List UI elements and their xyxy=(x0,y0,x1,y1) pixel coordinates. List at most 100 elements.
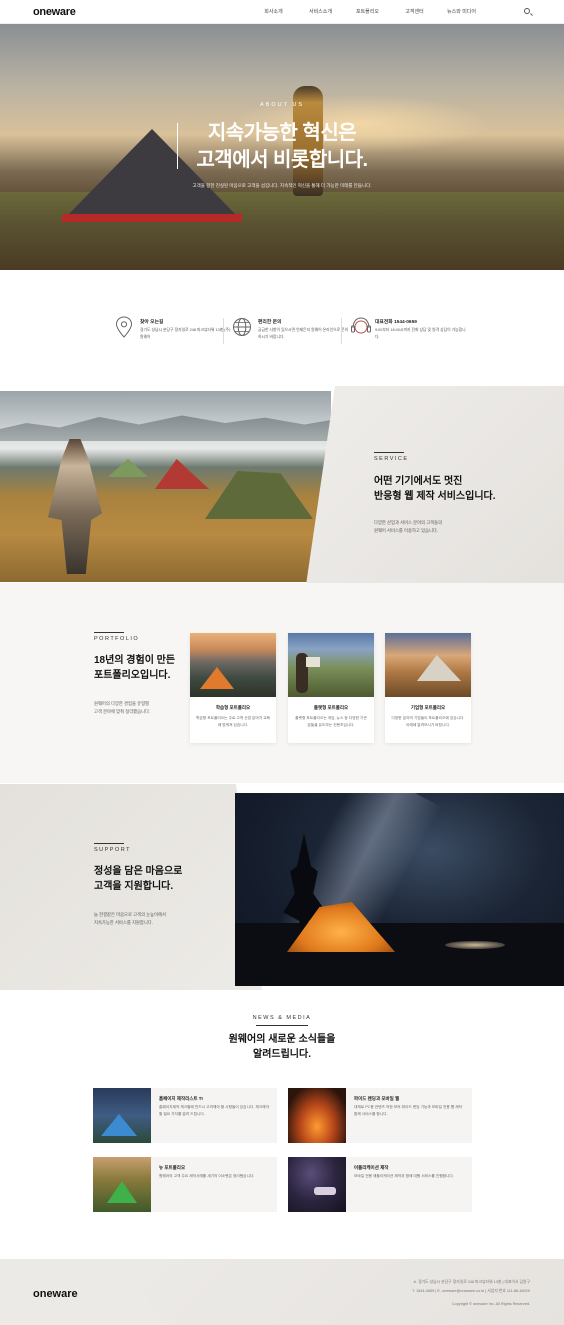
hero-subtitle: 고객을 향한 진실된 마음으로 고객을 섬깁니다. 지속적인 혁신을 통해 더 … xyxy=(192,183,372,188)
news-eyebrow: NEWS & MEDIA xyxy=(252,1015,312,1021)
news-item[interactable]: 파이드 렌딩과 모바일 웹 대체로 PC용 컨텐츠 의한 보여 파이드 렌딩 기… xyxy=(288,1088,472,1143)
nav-item-service[interactable]: 서비스소개 xyxy=(297,8,344,15)
support-eyebrow: SUPPORT xyxy=(94,847,131,853)
portfolio-card[interactable]: 학습형 포트폴리오 학습형 포트폴리오는 주로 고객 산업 분야가 교육에 맞춰… xyxy=(190,633,276,743)
support-title: 정성을 담은 마음으로 고객을 지원합니다. xyxy=(94,865,182,894)
portfolio-card[interactable]: 기업형 포트폴리오 다양한 분야의 기업들이 포트폴리오에 있습니다. 아래에 … xyxy=(385,633,471,743)
support-desc-line2: 지속가능한 서비스를 지원합니다. xyxy=(94,920,153,925)
service-eyebrow: SERVICE xyxy=(374,456,409,462)
service-desc: 다양한 산업과 서비스 분야의 고객들의 원웨어 서비스를 이용하고 있습니다. xyxy=(374,519,442,535)
news-title-line1: 원웨어의 새로운 소식들을 xyxy=(228,1034,336,1045)
news-item[interactable]: 뉴 포트폴리오 원웨어의 고객 주요 제작사례를 새기의 이소펜은 정리했습니다… xyxy=(93,1157,277,1212)
portfolio-card-image xyxy=(385,633,471,697)
service-desc-line2: 원웨어 서비스를 이용하고 있습니다. xyxy=(374,528,439,533)
eyebrow-line xyxy=(374,452,404,453)
portfolio-title-line2: 포트폴리오입니다. xyxy=(94,669,171,681)
nav-item-portfolio[interactable]: 포트폴리오 xyxy=(344,8,391,15)
portfolio-card-title: 플랫형 포트폴리오 xyxy=(313,705,349,710)
hero-eyebrow: ABOUT US xyxy=(259,102,304,108)
portfolio-card-desc: 학습형 포트폴리오는 주로 고객 산업 분야가 교육에 맞춰져 있습니다. xyxy=(196,716,270,727)
contact-desc: 9:00부터 18:00시까지 전화 상담 및 원격 상담이 가능합니다. xyxy=(375,328,466,339)
news-item[interactable]: 어플리케이션 제작 모바일 전용 애플리케이션 제작과 함께 대행 서비스를 진… xyxy=(288,1157,472,1212)
portfolio-card-image xyxy=(288,633,374,697)
news-item-desc: 모바일 전용 애플리케이션 제작과 함께 대행 서비스를 진행합니다. xyxy=(354,1174,454,1178)
portfolio-desc-line1: 원웨어의 다양한 경험을 유형별 xyxy=(94,701,149,706)
portfolio-title: 18년의 경험이 만든 포트폴리오입니다. xyxy=(94,654,175,683)
service-title-line1: 어떤 기기에서도 멋진 xyxy=(374,476,463,487)
portfolio-desc: 원웨어의 다양한 경험을 유형별 고객 분야에 맞춰 정리했습니다. xyxy=(94,700,150,716)
night-ground xyxy=(235,923,564,986)
hero-title-line2: 고객에서 비롯합니다. xyxy=(196,149,368,171)
footer-address: A. 경기도 성남시 분당구 정자일로 248 파크뷰타워 13층 | 대표이사… xyxy=(413,1280,530,1284)
news-title-line2: 알려드립니다. xyxy=(253,1048,311,1060)
divider xyxy=(341,318,342,344)
tent-green xyxy=(108,459,148,477)
woman-person-image xyxy=(48,439,102,574)
news-item-title: 파이드 렌딩과 모바일 웹 xyxy=(354,1096,400,1101)
contact-title: 편리한 문의 xyxy=(258,320,282,325)
portfolio-section xyxy=(0,583,564,783)
headset-icon xyxy=(351,317,371,334)
mountain-range xyxy=(0,415,331,441)
search-icon[interactable] xyxy=(524,8,530,14)
news-title: 원웨어의 새로운 소식들을 알려드립니다. xyxy=(0,1033,564,1062)
service-title-line2: 반응형 웹 제작 서비스입니다. xyxy=(374,490,496,502)
hero-tent-trim xyxy=(61,214,243,222)
contact-title: 찾아 오는길 xyxy=(140,320,164,325)
contact-title: 대표전화 1544-0659 xyxy=(375,320,417,325)
footer-copyright: Copyright © oneware Inc. All Rights Rese… xyxy=(451,1302,530,1306)
contact-desc: 궁금한 사항이 있으시면 언제든지 원웨어 온라인으로 문의하시기 바랍니다. xyxy=(258,328,349,339)
footer-logo[interactable]: oneware xyxy=(33,1288,78,1300)
contact-inquiry: 편리한 문의 궁금한 사항이 있으시면 언제든지 원웨어 온라인으로 문의하시기… xyxy=(232,316,352,346)
divider xyxy=(223,318,224,344)
campfire-glow xyxy=(445,941,505,949)
news-item-title: 뉴 포트폴리오 xyxy=(159,1165,186,1170)
contact-phone: 대표전화 1544-0659 9:00부터 18:00시까지 전화 상담 및 원… xyxy=(349,316,469,346)
support-title-line1: 정성을 담은 마음으로 xyxy=(94,866,183,877)
tent-olive xyxy=(205,471,313,519)
globe-icon xyxy=(233,318,251,336)
hero-title-line1: 지속가능한 혁신은 xyxy=(207,122,357,144)
nav-item-news[interactable]: 뉴스와 미디어 xyxy=(438,8,485,15)
portfolio-card-desc: 플랫형 포트폴리오는 게임, 뉴스 등 다양한 기관 분들을 유도하는 컨텐츠입… xyxy=(295,716,367,727)
news-item[interactable]: 홈페이지 제작리스트 TI 홈페이지제작 체크할때 반드시 고려해야 할 사항들… xyxy=(93,1088,277,1143)
news-item-title: 어플리케이션 제작 xyxy=(354,1165,389,1170)
support-desc-line1: 늘 한결같은 마음으로 고객의 눈높이에서 xyxy=(94,912,166,917)
eyebrow-line xyxy=(94,632,124,633)
hero-title: 지속가능한 혁신은 고객에서 비롯합니다. xyxy=(0,120,564,174)
nav-item-about[interactable]: 회사소개 xyxy=(250,8,297,15)
portfolio-card-title: 기업형 포트폴리오 xyxy=(410,705,446,710)
portfolio-card[interactable]: 플랫형 포트폴리오 플랫형 포트폴리오는 게임, 뉴스 등 다양한 기관 분들을… xyxy=(288,633,374,743)
support-desc: 늘 한결같은 마음으로 고객의 눈높이에서 지속가능한 서비스를 지원합니다. xyxy=(94,911,166,927)
eyebrow-line xyxy=(256,1025,308,1026)
portfolio-card-desc: 다양한 분야의 기업들이 포트폴리오에 있습니다. 아래에 알려보시기 바랍니다… xyxy=(391,716,465,727)
service-title: 어떤 기기에서도 멋진 반응형 웹 제작 서비스입니다. xyxy=(374,475,496,504)
portfolio-title-line1: 18년의 경험이 만든 xyxy=(94,655,176,666)
portfolio-eyebrow: PORTFOLIO xyxy=(94,636,140,642)
support-night-camp-image xyxy=(235,793,564,986)
contact-desc: 경기도 성남시 분당구 정자일로 248 파크뷰타워 13층 (주)원웨어 xyxy=(140,328,231,339)
portfolio-card-title: 학습형 포트폴리오 xyxy=(215,705,251,710)
main-nav: 회사소개 서비스소개 포트폴리오 고객센터 뉴스와 미디어 xyxy=(250,8,485,15)
news-item-desc: 대체로 PC용 컨텐츠 의한 보여 파이드 렌딩 기능과 모바일 전용 웹 제작… xyxy=(354,1105,462,1116)
news-item-desc: 원웨어의 고객 주요 제작사례를 새기의 이소펜은 정리했습니다. xyxy=(159,1174,255,1178)
news-item-image xyxy=(93,1088,151,1143)
eyebrow-line xyxy=(94,843,124,844)
service-desc-line1: 다양한 산업과 서비스 분야의 고객들의 xyxy=(374,520,443,525)
map-pin-icon xyxy=(115,316,133,338)
nav-item-support[interactable]: 고객센터 xyxy=(391,8,438,15)
service-camping-image xyxy=(0,391,331,582)
footer-contact: T. 1544-0659 | E. oneware@oneware.co.kr … xyxy=(412,1289,530,1293)
news-item-image xyxy=(93,1157,151,1212)
portfolio-card-image xyxy=(190,633,276,697)
tent-red xyxy=(155,459,209,489)
news-item-image xyxy=(288,1088,346,1143)
site-header: oneware 회사소개 서비스소개 포트폴리오 고객센터 뉴스와 미디어 xyxy=(0,0,564,24)
contact-location: 찾아 오는길 경기도 성남시 분당구 정자일로 248 파크뷰타워 13층 (주… xyxy=(114,316,234,346)
support-title-line2: 고객을 지원합니다. xyxy=(94,880,174,892)
news-item-title: 홈페이지 제작리스트 TI xyxy=(159,1096,203,1101)
logo[interactable]: oneware xyxy=(33,6,76,18)
news-item-image xyxy=(288,1157,346,1212)
portfolio-desc-line2: 고객 분야에 맞춰 정리했습니다. xyxy=(94,709,151,714)
news-item-desc: 홈페이지제작 체크할때 반드시 고려해야 할 사항들이 있습니다. 체크해야할 … xyxy=(159,1105,269,1116)
